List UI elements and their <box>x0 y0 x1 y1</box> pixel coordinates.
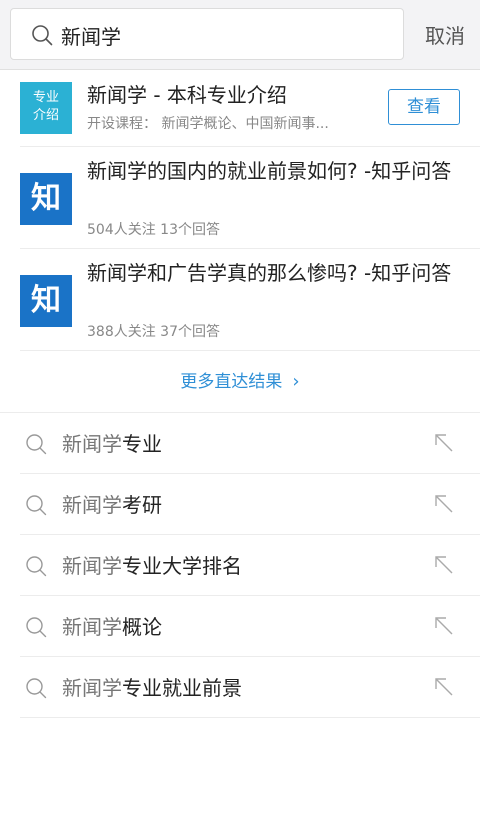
suggestion-item[interactable]: 新闻学考研 <box>20 474 480 535</box>
search-input[interactable] <box>61 18 391 52</box>
suggestion-rest: 专业 <box>122 432 162 456</box>
direct-results: 专业 介绍 新闻学 - 本科专业介绍 开设课程： 新闻学概论、中国新闻事... … <box>0 70 480 351</box>
result-major-intro[interactable]: 专业 介绍 新闻学 - 本科专业介绍 开设课程： 新闻学概论、中国新闻事... … <box>20 70 480 147</box>
result-subtitle: 388人关注 37个回答 <box>87 324 220 340</box>
suggestion-highlight: 新闻学 <box>62 493 122 517</box>
suggestion-highlight: 新闻学 <box>62 676 122 700</box>
chevron-right-icon: › <box>292 371 300 392</box>
major-badge-line-1: 专业 <box>32 90 59 105</box>
suggestion-rest: 考研 <box>122 493 162 517</box>
cancel-button[interactable]: 取消 <box>416 22 474 50</box>
major-badge-line-2: 介绍 <box>32 108 59 123</box>
result-zhihu-1[interactable]: 知 新闻学的国内的就业前景如何? -知乎问答 504人关注 13个回答 <box>20 147 480 249</box>
search-icon <box>26 678 47 699</box>
suggestion-text: 新闻学专业就业前景 <box>62 674 242 702</box>
arrow-up-left-icon[interactable] <box>432 431 456 455</box>
search-icon <box>26 556 47 577</box>
suggestion-item[interactable]: 新闻学专业就业前景 <box>20 657 480 718</box>
suggestion-highlight: 新闻学 <box>62 615 122 639</box>
zhihu-logo-icon: 知 <box>20 275 72 327</box>
more-results-link[interactable]: 更多直达结果 › <box>0 351 480 413</box>
result-title: 新闻学 - 本科专业介绍 <box>87 83 287 107</box>
major-badge: 专业 介绍 <box>20 82 72 134</box>
suggestion-highlight: 新闻学 <box>62 554 122 578</box>
suggestion-rest: 专业大学排名 <box>122 554 242 578</box>
suggestion-highlight: 新闻学 <box>62 432 122 456</box>
arrow-up-left-icon[interactable] <box>432 675 456 699</box>
search-icon <box>32 25 53 46</box>
suggestion-text: 新闻学专业大学排名 <box>62 552 242 580</box>
suggestion-rest: 专业就业前景 <box>122 676 242 700</box>
search-header: 取消 <box>0 0 480 70</box>
suggestion-text: 新闻学概论 <box>62 613 162 641</box>
suggestion-rest: 概论 <box>122 615 162 639</box>
suggestion-item[interactable]: 新闻学专业 <box>20 413 480 474</box>
result-zhihu-2[interactable]: 知 新闻学和广告学真的那么惨吗? -知乎问答 388人关注 37个回答 <box>20 249 480 351</box>
search-icon <box>26 495 47 516</box>
arrow-up-left-icon[interactable] <box>432 553 456 577</box>
suggestion-list: 新闻学专业 新闻学考研 新闻学专业大学排名 新闻学概论 新闻学专业就业前景 <box>0 413 480 718</box>
arrow-up-left-icon[interactable] <box>432 614 456 638</box>
result-title: 新闻学和广告学真的那么惨吗? -知乎问答 <box>87 261 452 285</box>
search-icon <box>26 617 47 638</box>
suggestion-text: 新闻学专业 <box>62 430 162 458</box>
search-box[interactable] <box>10 8 404 60</box>
suggestion-item[interactable]: 新闻学概论 <box>20 596 480 657</box>
suggestion-item[interactable]: 新闻学专业大学排名 <box>20 535 480 596</box>
view-button[interactable]: 查看 <box>388 89 460 125</box>
more-results-label: 更多直达结果 <box>180 372 283 392</box>
arrow-up-left-icon[interactable] <box>432 492 456 516</box>
zhihu-logo-icon: 知 <box>20 173 72 225</box>
search-icon <box>26 434 47 455</box>
result-subtitle: 504人关注 13个回答 <box>87 222 220 238</box>
suggestion-text: 新闻学考研 <box>62 491 162 519</box>
result-subtitle: 开设课程： 新闻学概论、中国新闻事... <box>87 116 329 132</box>
result-title: 新闻学的国内的就业前景如何? -知乎问答 <box>87 159 452 183</box>
